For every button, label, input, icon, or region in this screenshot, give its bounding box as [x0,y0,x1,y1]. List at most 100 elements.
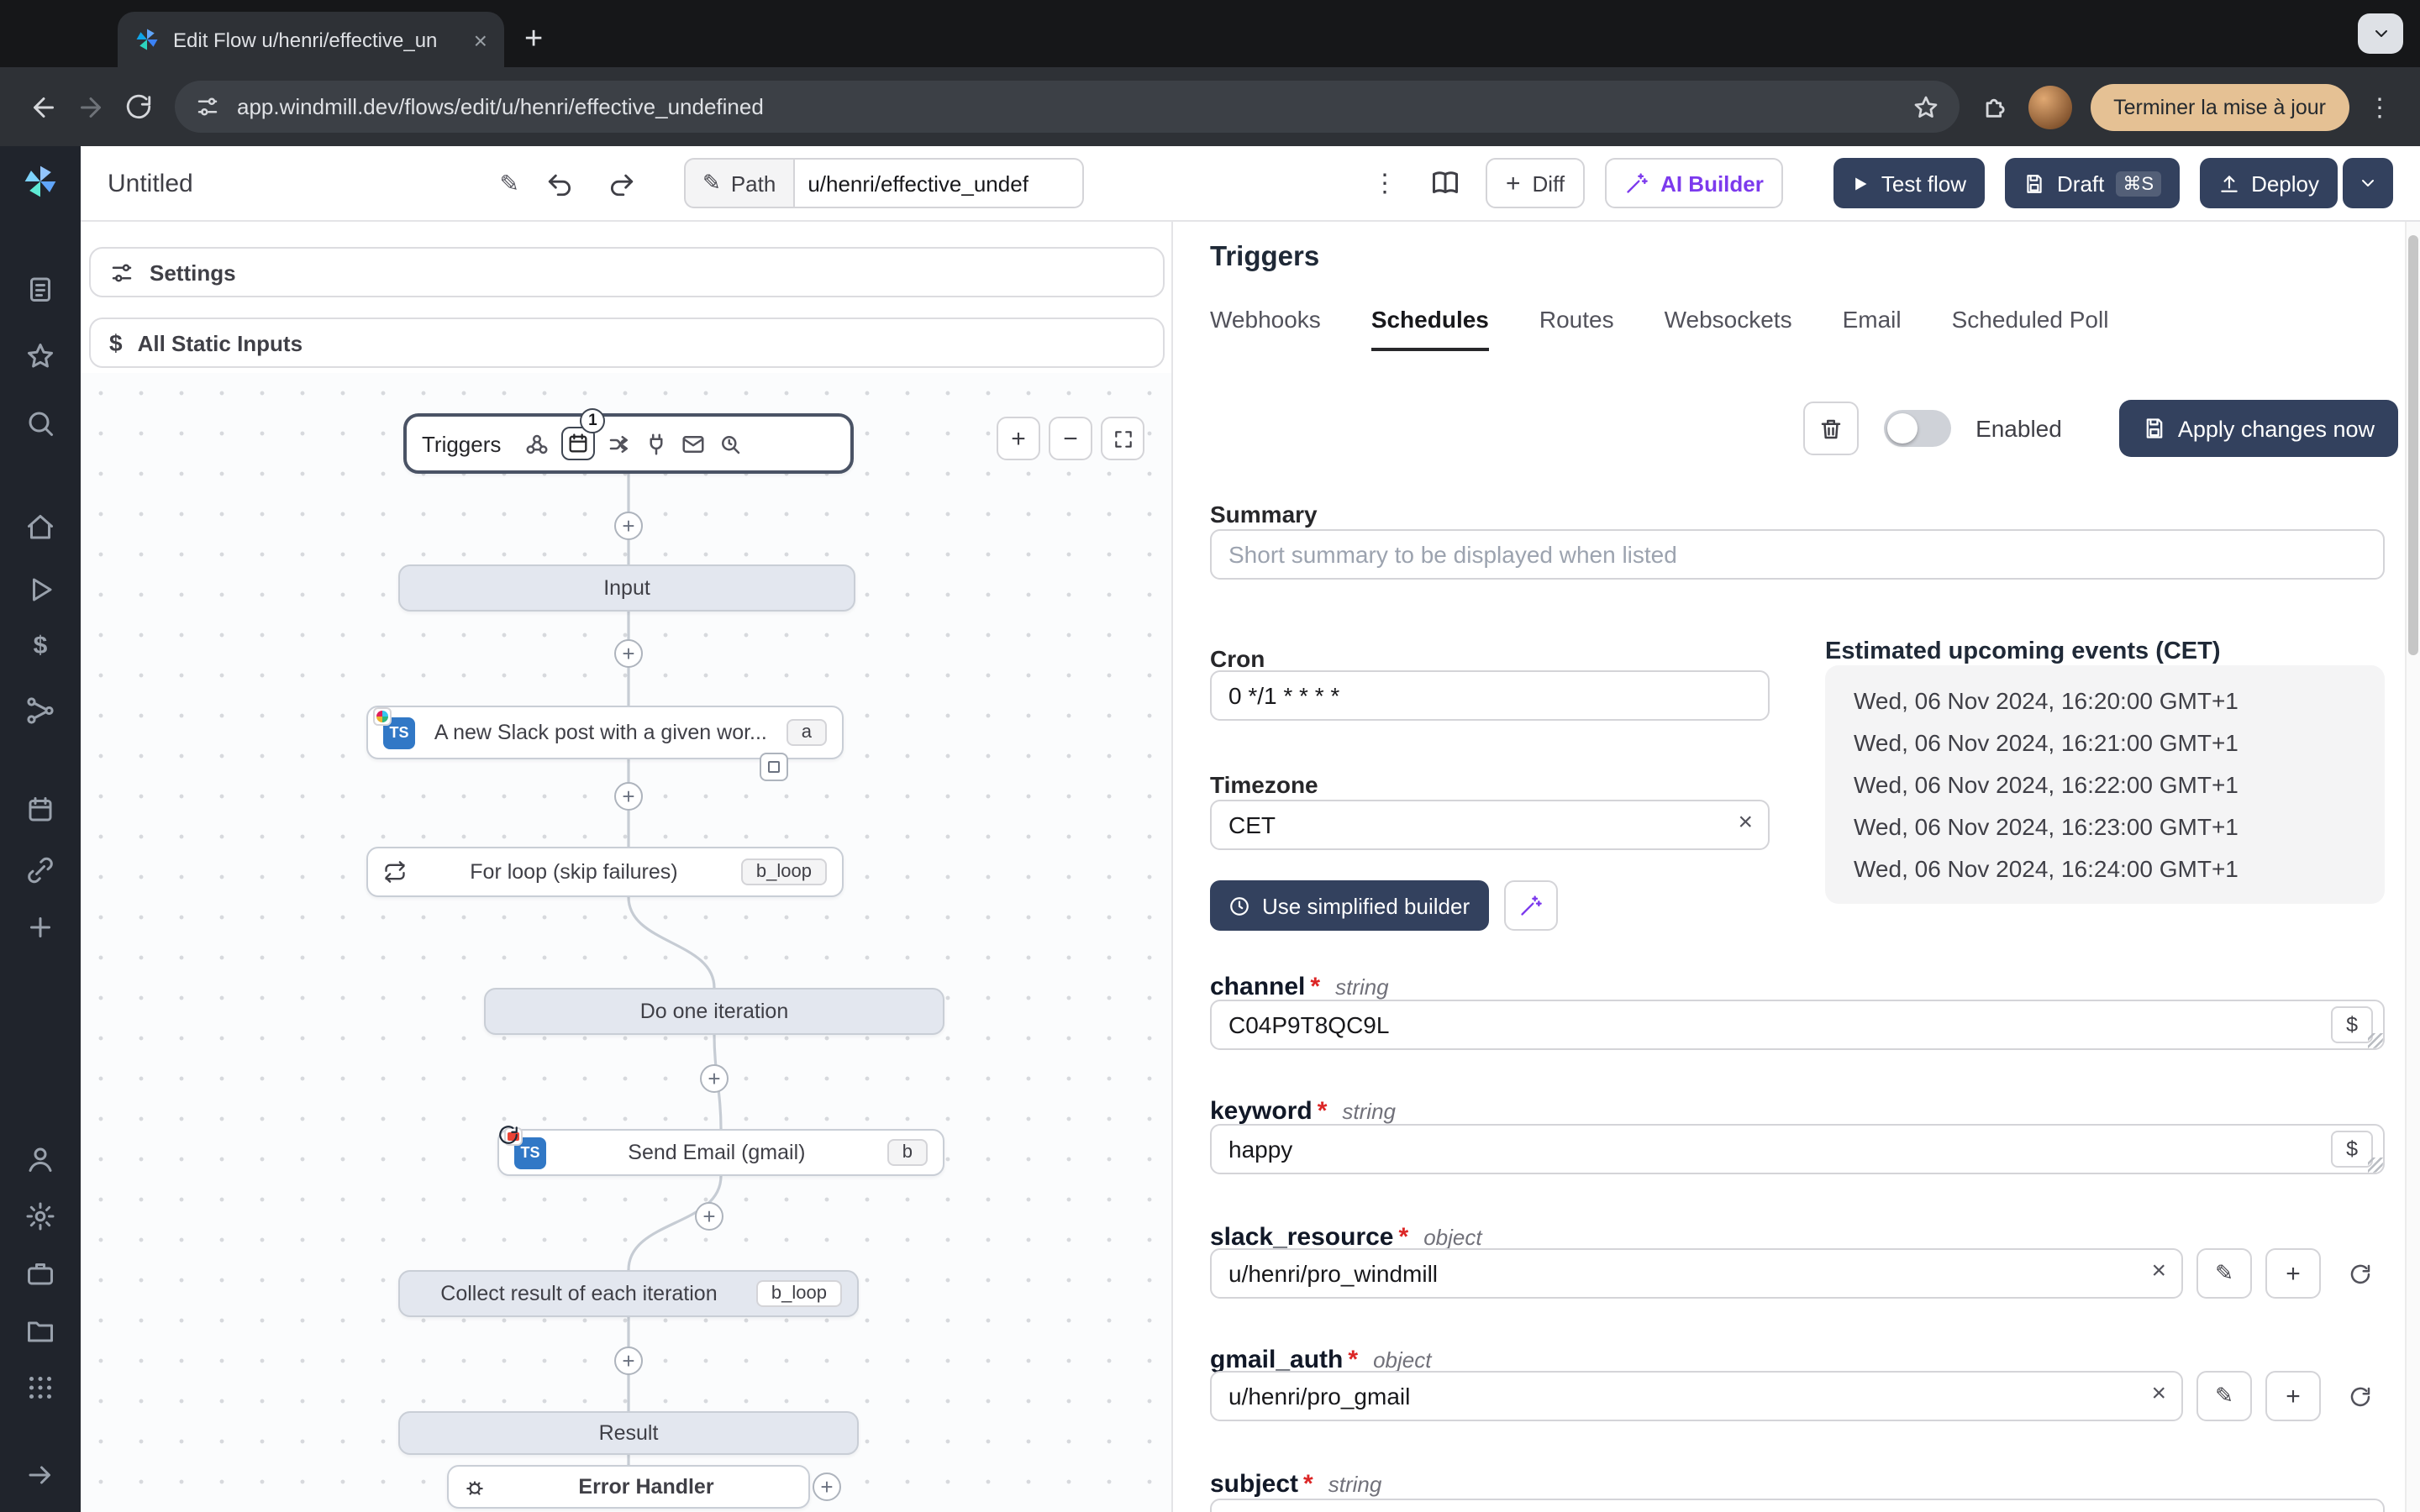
draft-button[interactable]: Draft ⌘S [2005,158,2180,208]
clear-resource-icon[interactable]: × [2151,1257,2166,1285]
edit-resource-button[interactable]: ✎ [2196,1248,2252,1299]
tab-webhooks[interactable]: Webhooks [1210,306,1321,351]
zoom-in-button[interactable]: + [997,417,1040,460]
channel-input[interactable] [1210,1000,2385,1050]
websocket-plug-icon[interactable] [644,431,669,456]
path-input[interactable] [794,158,1084,208]
resources-link-icon[interactable] [25,855,55,885]
diff-button[interactable]: + Diff [1486,158,1586,208]
add-resource-button[interactable]: + [2265,1371,2321,1421]
flow-node-input[interactable]: Input [398,564,855,612]
slack-resource-input[interactable] [1210,1248,2183,1299]
keyword-input[interactable] [1210,1124,2385,1174]
schedule-trigger-selected[interactable]: 1 [561,408,606,460]
ai-cron-button[interactable] [1503,880,1558,931]
windmill-logo[interactable] [22,163,59,200]
redo-button[interactable] [600,163,640,203]
deploy-button[interactable]: Deploy [2199,158,2338,208]
fullscreen-button[interactable] [1101,417,1144,460]
site-settings-icon[interactable] [195,94,220,119]
flow-title[interactable]: Untitled [108,169,193,197]
clear-resource-icon[interactable]: × [2151,1379,2166,1408]
reload-button[interactable] [114,83,161,130]
flow-node-send-email[interactable]: TS Send Email (gmail) b [497,1125,944,1176]
flow-node-iteration[interactable]: Do one iteration [484,988,944,1035]
deploy-dropdown-button[interactable] [2343,158,2393,208]
folders-icon[interactable] [25,1315,55,1346]
favorites-star-icon[interactable] [25,341,55,371]
refresh-resource-button[interactable] [2334,1248,2385,1299]
add-step-button[interactable]: + [614,1347,643,1375]
flow-node-triggers[interactable]: Triggers 1 [403,408,854,474]
summary-input[interactable] [1210,529,2385,580]
search-icon[interactable] [25,408,55,438]
add-step-button[interactable]: + [614,512,643,540]
profile-avatar[interactable] [2028,85,2072,129]
runs-list-icon[interactable] [25,274,55,304]
flow-settings-row[interactable]: Settings [89,247,1165,297]
flow-node-error-handler[interactable]: Error Handler [447,1465,810,1509]
browser-tab[interactable]: Edit Flow u/henri/effective_un × [118,12,504,67]
workspace-briefcase-icon[interactable] [25,1258,55,1289]
webhook-icon[interactable] [524,431,550,456]
undo-button[interactable] [539,163,580,203]
browser-update-button[interactable]: Terminer la mise à jour [2090,83,2349,130]
add-resource-button[interactable]: + [2265,1248,2321,1299]
more-options-button[interactable]: ⋮ [1365,163,1405,203]
timezone-input[interactable] [1210,800,1770,850]
home-icon[interactable] [25,512,55,543]
tab-search-button[interactable] [2358,13,2403,54]
ai-builder-button[interactable]: AI Builder [1605,158,1784,208]
simplified-builder-button[interactable]: Use simplified builder [1210,880,1489,931]
apps-grid-icon[interactable] [25,1373,55,1403]
variables-icon[interactable]: $ [34,632,48,660]
tab-email[interactable]: Email [1843,306,1902,351]
gmail-auth-input[interactable] [1210,1371,2183,1421]
test-flow-button[interactable]: Test flow [1833,158,1986,208]
forward-button[interactable] [67,83,114,130]
runs-play-icon[interactable] [25,575,55,605]
clear-timezone-icon[interactable]: × [1738,808,1753,837]
flow-node-result[interactable]: Result [398,1411,859,1455]
new-tab-button[interactable]: + [524,24,543,55]
tab-scheduled-poll[interactable]: Scheduled Poll [1952,306,2109,351]
scheduled-poll-icon[interactable] [718,431,743,456]
email-icon[interactable] [681,431,706,456]
back-button[interactable] [20,83,67,130]
delete-schedule-button[interactable] [1802,402,1859,455]
routes-icon[interactable] [607,431,632,456]
zoom-out-button[interactable]: − [1049,417,1092,460]
add-step-button[interactable]: + [700,1064,729,1093]
insert-variable-button[interactable]: $ [2331,1131,2373,1168]
cron-input[interactable] [1210,670,1770,721]
flow-canvas[interactable]: Triggers 1 Input TS A new Slack post wit… [81,373,1171,1512]
hub-graph-icon[interactable] [25,696,55,726]
add-step-button[interactable]: + [614,639,643,668]
settings-gear-icon[interactable] [25,1201,55,1231]
flow-node-slack-step[interactable]: TS A new Slack post with a given wor... … [366,706,844,759]
tab-websockets[interactable]: Websockets [1665,306,1792,351]
add-plus-icon[interactable] [25,912,55,942]
scrollbar-thumb[interactable] [2408,235,2418,655]
add-error-handler-button[interactable]: + [813,1473,841,1501]
edit-resource-button[interactable]: ✎ [2196,1371,2252,1421]
insert-variable-button[interactable]: $ [2331,1006,2373,1043]
browser-menu-icon[interactable]: ⋮ [2360,92,2400,122]
docs-book-button[interactable] [1425,163,1465,203]
extensions-button[interactable] [1972,83,2019,130]
add-step-button[interactable]: + [614,782,643,811]
bookmark-star-icon[interactable] [1912,93,1939,120]
expand-sidebar-arrow-icon[interactable] [25,1460,55,1490]
edit-title-pencil-icon[interactable]: ✎ [500,169,519,197]
static-inputs-row[interactable]: $ All Static Inputs [89,318,1165,368]
tab-close-icon[interactable]: × [474,28,487,51]
enabled-toggle[interactable] [1883,410,1951,447]
page-scrollbar[interactable] [2405,222,2420,1512]
tab-routes[interactable]: Routes [1539,306,1614,351]
user-icon[interactable] [25,1144,55,1174]
url-bar[interactable]: app.windmill.dev/flows/edit/u/henri/effe… [175,81,1960,133]
apply-changes-button[interactable]: Apply changes now [2118,400,2398,457]
flow-node-collect[interactable]: Collect result of each iteration b_loop [398,1270,859,1317]
flow-node-forloop[interactable]: For loop (skip failures) b_loop [366,847,844,897]
tab-schedules[interactable]: Schedules [1370,306,1489,351]
